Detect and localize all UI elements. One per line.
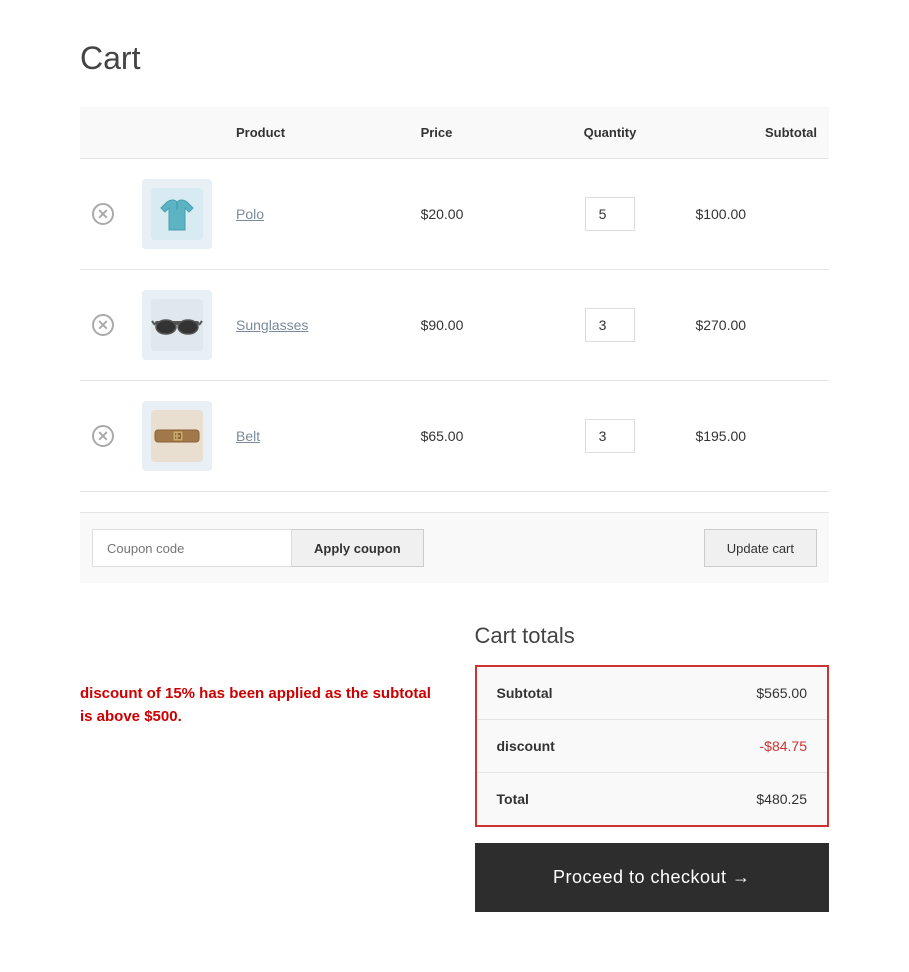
totals-subtotal-row: Subtotal $565.00 <box>477 667 828 720</box>
remove-icon-0: ✕ <box>92 203 114 225</box>
subtotal-cell-0: $100.00 <box>683 159 829 270</box>
totals-discount-value: -$84.75 <box>760 738 807 754</box>
product-thumbnail-2 <box>142 401 212 471</box>
totals-subtotal-label: Subtotal <box>497 685 553 701</box>
product-price-2: $65.00 <box>421 428 464 444</box>
price-cell-1: $90.00 <box>409 270 537 381</box>
col-header-price: Price <box>409 107 537 159</box>
quantity-input-1[interactable] <box>585 308 635 342</box>
col-header-subtotal: Subtotal <box>683 107 829 159</box>
totals-discount-label: discount <box>497 738 555 754</box>
qty-cell-0 <box>537 159 684 270</box>
product-thumbnail-1 <box>142 290 212 360</box>
product-subtotal-0: $100.00 <box>695 206 746 222</box>
quantity-input-0[interactable] <box>585 197 635 231</box>
table-row: ✕ Sunglasses $90.00 <box>80 270 829 381</box>
price-cell-2: $65.00 <box>409 381 537 492</box>
qty-cell-1 <box>537 270 684 381</box>
totals-total-row: Total $480.25 <box>477 773 828 825</box>
remove-item-button-1[interactable]: ✕ <box>92 314 114 336</box>
name-cell-1: Sunglasses <box>224 270 409 381</box>
apply-coupon-button[interactable]: Apply coupon <box>292 529 424 567</box>
page-title: Cart <box>80 40 829 77</box>
totals-discount-row: discount -$84.75 <box>477 720 828 773</box>
cart-totals: Cart totals Subtotal $565.00 discount -$… <box>475 623 830 912</box>
product-subtotal-2: $195.00 <box>695 428 746 444</box>
totals-total-label: Total <box>497 791 529 807</box>
product-link-1[interactable]: Sunglasses <box>236 317 308 333</box>
table-row: ✕ Belt $65.00 <box>80 381 829 492</box>
remove-icon-2: ✕ <box>92 425 114 447</box>
remove-cell-1: ✕ <box>80 270 130 381</box>
col-header-product: Product <box>224 107 409 159</box>
subtotal-cell-1: $270.00 <box>683 270 829 381</box>
thumb-cell-1 <box>130 270 224 381</box>
remove-item-button-0[interactable]: ✕ <box>92 203 114 225</box>
coupon-row: Apply coupon Update cart <box>80 512 829 583</box>
qty-cell-2 <box>537 381 684 492</box>
col-header-quantity: Quantity <box>537 107 684 159</box>
product-link-0[interactable]: Polo <box>236 206 264 222</box>
product-price-1: $90.00 <box>421 317 464 333</box>
totals-total-value: $480.25 <box>756 791 807 807</box>
product-subtotal-1: $270.00 <box>695 317 746 333</box>
discount-notice: discount of 15% has been applied as the … <box>80 683 435 728</box>
proceed-to-checkout-button[interactable]: Proceed to checkout → <box>475 843 830 912</box>
thumb-cell-0 <box>130 159 224 270</box>
product-link-2[interactable]: Belt <box>236 428 260 444</box>
product-price-0: $20.00 <box>421 206 464 222</box>
totals-box: Subtotal $565.00 discount -$84.75 Total … <box>475 665 830 827</box>
thumb-cell-2 <box>130 381 224 492</box>
cart-table: Product Price Quantity Subtotal ✕ <box>80 107 829 492</box>
update-cart-button[interactable]: Update cart <box>704 529 817 567</box>
remove-item-button-2[interactable]: ✕ <box>92 425 114 447</box>
col-header-remove <box>80 107 130 159</box>
quantity-input-2[interactable] <box>585 419 635 453</box>
price-cell-0: $20.00 <box>409 159 537 270</box>
name-cell-0: Polo <box>224 159 409 270</box>
remove-cell-0: ✕ <box>80 159 130 270</box>
bottom-section: discount of 15% has been applied as the … <box>80 623 829 912</box>
cart-totals-title: Cart totals <box>475 623 830 649</box>
subtotal-cell-2: $195.00 <box>683 381 829 492</box>
totals-subtotal-value: $565.00 <box>756 685 807 701</box>
table-row: ✕ Polo $20.00 $100.00 <box>80 159 829 270</box>
remove-cell-2: ✕ <box>80 381 130 492</box>
name-cell-2: Belt <box>224 381 409 492</box>
col-header-thumb <box>130 107 224 159</box>
coupon-input[interactable] <box>92 529 292 567</box>
product-thumbnail-0 <box>142 179 212 249</box>
remove-icon-1: ✕ <box>92 314 114 336</box>
